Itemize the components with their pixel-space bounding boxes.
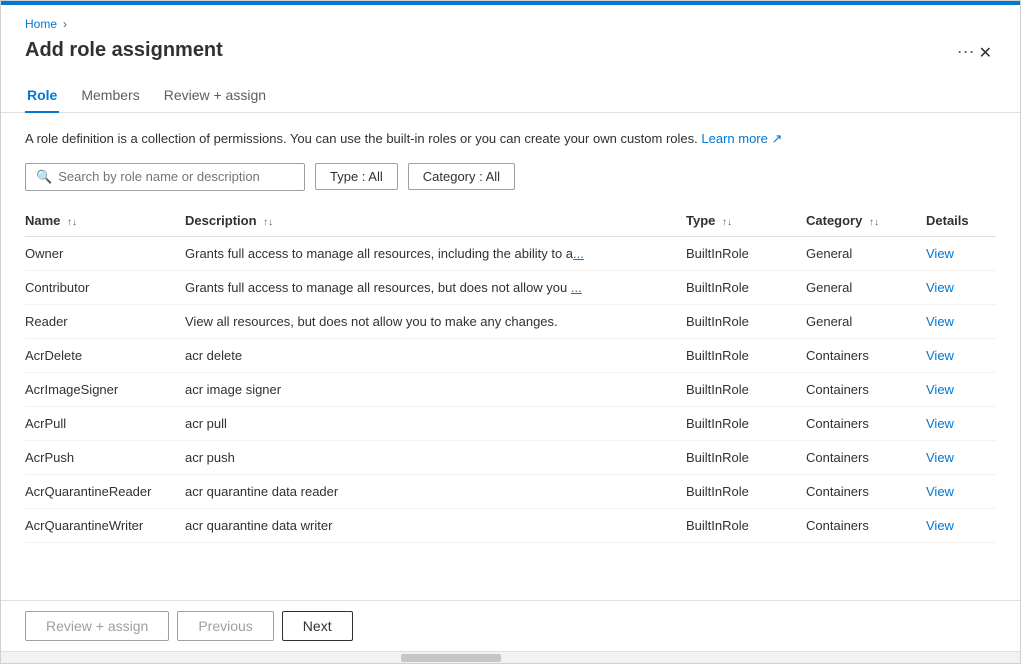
role-category-cell: Containers [806, 338, 926, 372]
category-filter-button[interactable]: Category : All [408, 163, 515, 190]
role-description-cell: Grants full access to manage all resourc… [185, 236, 686, 270]
role-view-link[interactable]: View [926, 474, 996, 508]
role-description-cell: Grants full access to manage all resourc… [185, 270, 686, 304]
role-name-cell: AcrQuarantineWriter [25, 508, 185, 542]
role-view-link[interactable]: View [926, 304, 996, 338]
role-type-cell: BuiltInRole [686, 372, 806, 406]
role-view-link[interactable]: View [926, 270, 996, 304]
role-description-cell: acr pull [185, 406, 686, 440]
more-options-button[interactable]: ··· [957, 39, 975, 62]
role-name-cell: Owner [25, 236, 185, 270]
table-row[interactable]: AcrImageSigneracr image signerBuiltInRol… [25, 372, 996, 406]
role-view-link[interactable]: View [926, 236, 996, 270]
table-row[interactable]: AcrPushacr pushBuiltInRoleContainersView [25, 440, 996, 474]
type-filter-button[interactable]: Type : All [315, 163, 398, 190]
table-row[interactable]: ReaderView all resources, but does not a… [25, 304, 996, 338]
breadcrumb: Home › [1, 5, 1020, 35]
breadcrumb-home-link[interactable]: Home [25, 17, 57, 31]
tab-review-assign[interactable]: Review + assign [162, 79, 268, 113]
roles-table: Name ↑↓ Description ↑↓ Type ↑↓ Categor [25, 205, 996, 543]
role-view-link[interactable]: View [926, 338, 996, 372]
tab-role[interactable]: Role [25, 79, 59, 113]
breadcrumb-separator: › [63, 17, 67, 31]
role-name-cell: AcrPull [25, 406, 185, 440]
role-category-cell: General [806, 270, 926, 304]
role-type-cell: BuiltInRole [686, 338, 806, 372]
role-name-cell: AcrPush [25, 440, 185, 474]
desc-sort-icon: ↑↓ [263, 217, 273, 228]
review-assign-button[interactable]: Review + assign [25, 611, 169, 641]
role-name-cell: AcrDelete [25, 338, 185, 372]
roles-table-container: Name ↑↓ Description ↑↓ Type ↑↓ Categor [25, 205, 996, 601]
role-description-cell: acr quarantine data reader [185, 474, 686, 508]
table-row[interactable]: ContributorGrants full access to manage … [25, 270, 996, 304]
role-category-cell: Containers [806, 372, 926, 406]
role-type-cell: BuiltInRole [686, 474, 806, 508]
table-header-row: Name ↑↓ Description ↑↓ Type ↑↓ Categor [25, 205, 996, 237]
horizontal-scrollbar[interactable] [1, 651, 1020, 663]
table-row[interactable]: AcrDeleteacr deleteBuiltInRoleContainers… [25, 338, 996, 372]
role-description-cell: acr image signer [185, 372, 686, 406]
search-input[interactable] [58, 169, 294, 184]
role-view-link[interactable]: View [926, 440, 996, 474]
search-icon: 🔍 [36, 169, 52, 185]
role-description-cell: View all resources, but does not allow y… [185, 304, 686, 338]
col-header-description[interactable]: Description ↑↓ [185, 205, 686, 237]
page-title: Add role assignment [25, 39, 949, 62]
role-category-cell: Containers [806, 508, 926, 542]
role-category-cell: Containers [806, 406, 926, 440]
col-header-type[interactable]: Type ↑↓ [686, 205, 806, 237]
search-box[interactable]: 🔍 [25, 163, 305, 191]
role-category-cell: Containers [806, 474, 926, 508]
tab-members[interactable]: Members [79, 79, 141, 113]
type-sort-icon: ↑↓ [722, 217, 732, 228]
role-view-link[interactable]: View [926, 372, 996, 406]
role-name-cell: Reader [25, 304, 185, 338]
table-row[interactable]: AcrQuarantineReaderacr quarantine data r… [25, 474, 996, 508]
role-type-cell: BuiltInRole [686, 304, 806, 338]
role-type-cell: BuiltInRole [686, 270, 806, 304]
role-type-cell: BuiltInRole [686, 236, 806, 270]
role-description-cell: acr push [185, 440, 686, 474]
add-role-assignment-dialog: Home › Add role assignment ··· ✕ Role Me… [0, 0, 1021, 664]
dialog-header: Add role assignment ··· ✕ [1, 35, 1020, 79]
role-view-link[interactable]: View [926, 406, 996, 440]
cat-sort-icon: ↑↓ [869, 217, 879, 228]
role-name-cell: Contributor [25, 270, 185, 304]
main-content: A role definition is a collection of per… [1, 113, 1020, 600]
role-type-cell: BuiltInRole [686, 406, 806, 440]
footer: Review + assign Previous Next [1, 600, 1020, 651]
role-description-cell: acr delete [185, 338, 686, 372]
role-name-cell: AcrImageSigner [25, 372, 185, 406]
table-row[interactable]: AcrPullacr pullBuiltInRoleContainersView [25, 406, 996, 440]
close-button[interactable]: ✕ [975, 39, 996, 67]
previous-button[interactable]: Previous [177, 611, 273, 641]
role-type-cell: BuiltInRole [686, 440, 806, 474]
role-category-cell: General [806, 304, 926, 338]
table-row[interactable]: AcrQuarantineWriteracr quarantine data w… [25, 508, 996, 542]
filters-row: 🔍 Type : All Category : All [25, 163, 996, 191]
role-type-cell: BuiltInRole [686, 508, 806, 542]
role-view-link[interactable]: View [926, 508, 996, 542]
horizontal-scrollbar-thumb [401, 654, 501, 662]
role-category-cell: Containers [806, 440, 926, 474]
learn-more-link[interactable]: Learn more ↗ [701, 131, 782, 146]
role-category-cell: General [806, 236, 926, 270]
col-header-category[interactable]: Category ↑↓ [806, 205, 926, 237]
role-name-cell: AcrQuarantineReader [25, 474, 185, 508]
role-description-text: A role definition is a collection of per… [25, 129, 996, 149]
col-header-name[interactable]: Name ↑↓ [25, 205, 185, 237]
role-description-cell: acr quarantine data writer [185, 508, 686, 542]
next-button[interactable]: Next [282, 611, 353, 641]
col-header-details: Details [926, 205, 996, 237]
table-row[interactable]: OwnerGrants full access to manage all re… [25, 236, 996, 270]
tab-bar: Role Members Review + assign [1, 79, 1020, 113]
name-sort-icon: ↑↓ [67, 217, 77, 228]
